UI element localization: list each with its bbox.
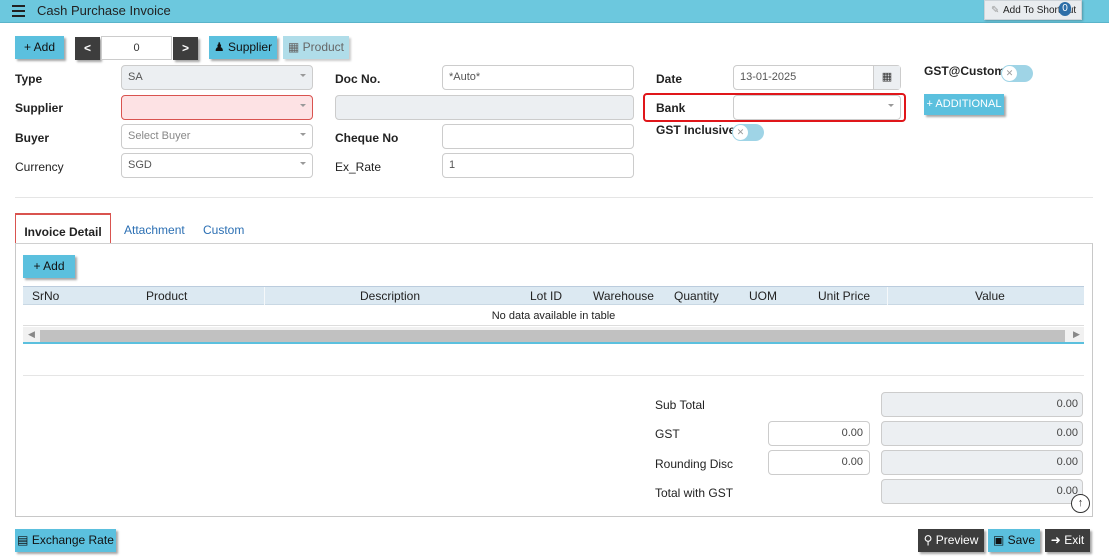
date-value: 13-01-2025 [740, 71, 797, 83]
supplier-select[interactable] [121, 95, 313, 120]
total-with-gst-label: Total with GST [655, 486, 734, 500]
add-to-shortcut-button[interactable]: ✎ Add To ShortCut 0 [984, 0, 1082, 20]
preview-button[interactable]: ⚲ Preview [918, 529, 984, 552]
currency-value: SGD [128, 159, 152, 171]
currency-select[interactable]: SGD [121, 153, 313, 178]
gst-inclusive-label: GST Inclusive [656, 123, 736, 137]
supplier-button[interactable]: ♟ Supplier [209, 36, 277, 59]
cheque-label: Cheque No [335, 131, 399, 145]
date-input[interactable]: 13-01-2025 ▦ [733, 65, 901, 90]
chevron-down-icon [300, 74, 306, 77]
chevron-down-icon [300, 104, 306, 107]
gift-icon: ▦ [287, 40, 300, 54]
type-label: Type [15, 72, 43, 86]
supplier-label: Supplier [15, 101, 64, 115]
exit-button[interactable]: ➜ Exit [1045, 529, 1090, 552]
docno-label: Doc No. [335, 72, 381, 86]
record-index-input[interactable]: 0 [101, 36, 172, 60]
detail-table-header: SrNo Product Description Lot ID Warehous… [23, 286, 1084, 305]
gst-label: GST [655, 427, 680, 441]
col-header-lot-id[interactable]: Lot ID [530, 289, 562, 303]
gst-inclusive-toggle[interactable]: ✕ [732, 124, 764, 141]
scroll-right-icon[interactable]: ▶ [1073, 329, 1080, 340]
buyer-label: Buyer [15, 131, 50, 145]
supplier-button-label: Supplier [228, 40, 273, 54]
type-select[interactable]: SA [121, 65, 313, 90]
type-value: SA [128, 71, 143, 83]
chevron-down-icon [300, 133, 306, 136]
save-button[interactable]: ▣ Save [988, 529, 1040, 552]
tab-custom[interactable]: Custom [203, 213, 244, 244]
buyer-select[interactable]: Select Buyer [121, 124, 313, 149]
gst-input[interactable]: 0.00 [768, 421, 870, 446]
scroll-to-top-icon[interactable]: ↑ [1071, 494, 1090, 513]
money-icon: ▤ [17, 533, 29, 547]
col-header-unit-price[interactable]: Unit Price [818, 289, 870, 303]
pin-icon: ✎ [991, 5, 1000, 16]
page-title: Cash Purchase Invoice [37, 3, 171, 18]
exrate-label: Ex_Rate [335, 160, 382, 174]
tab-attachment[interactable]: Attachment [124, 213, 185, 244]
cheque-input[interactable] [442, 124, 634, 149]
col-header-description[interactable]: Description [360, 289, 420, 303]
shortcut-count-badge: 0 [1059, 2, 1071, 16]
additional-button[interactable]: + ADDITIONAL [924, 94, 1004, 115]
column-divider [264, 287, 265, 305]
gst-custom-label: GST@Custom [924, 64, 1006, 78]
calendar-icon[interactable]: ▦ [873, 66, 900, 89]
col-header-value[interactable]: Value [975, 289, 1005, 303]
scroll-left-icon[interactable]: ◀ [28, 329, 35, 340]
tab-invoice-detail[interactable]: Invoice Detail [15, 213, 111, 244]
app-header: Cash Purchase Invoice ✎ Add To ShortCut … [0, 0, 1109, 23]
col-header-uom[interactable]: UOM [749, 289, 777, 303]
exchange-rate-label: Exchange Rate [31, 533, 114, 547]
rounding-disc-label: Rounding Disc [655, 457, 734, 471]
exchange-rate-button[interactable]: ▤ Exchange Rate [15, 529, 116, 552]
floppy-disk-icon: ▣ [992, 533, 1005, 547]
section-divider [15, 197, 1093, 198]
scrollbar-thumb[interactable] [40, 330, 1065, 342]
toggle-off-icon: ✕ [733, 125, 748, 140]
empty-table-message: No data available in table [23, 306, 1084, 326]
col-header-srno[interactable]: SrNo [32, 289, 59, 303]
hamburger-menu-icon[interactable] [12, 5, 25, 17]
toggle-off-icon: ✕ [1002, 66, 1017, 81]
gst-custom-toggle[interactable]: ✕ [1001, 65, 1033, 82]
rounding-disc-input[interactable]: 0.00 [768, 450, 870, 475]
docno-input[interactable]: *Auto* [442, 65, 634, 90]
currency-label: Currency [15, 160, 64, 174]
column-divider [887, 287, 888, 305]
nav-prev-button[interactable]: < [75, 37, 100, 60]
table-horizontal-scrollbar[interactable]: ◀ ▶ [23, 327, 1084, 344]
supplier-name-field [335, 95, 634, 120]
buyer-placeholder: Select Buyer [128, 130, 191, 142]
exrate-input[interactable]: 1 [442, 153, 634, 178]
total-with-gst-value: 0.00 [881, 479, 1083, 504]
bank-highlight-box [643, 93, 906, 122]
col-header-warehouse[interactable]: Warehouse [593, 289, 654, 303]
sub-total-value: 0.00 [881, 392, 1083, 417]
nav-next-button[interactable]: > [173, 37, 198, 60]
search-icon: ⚲ [923, 533, 933, 547]
invoice-detail-panel [15, 243, 1093, 517]
chevron-down-icon [300, 162, 306, 165]
product-button-label: Product [302, 40, 345, 54]
product-button[interactable]: ▦ Product [283, 36, 349, 59]
add-line-button[interactable]: + Add [23, 255, 75, 278]
sign-out-icon: ➜ [1050, 533, 1061, 547]
date-label: Date [656, 72, 683, 86]
add-button[interactable]: + Add [15, 36, 64, 59]
col-header-quantity[interactable]: Quantity [674, 289, 719, 303]
save-label: Save [1007, 533, 1036, 547]
preview-label: Preview [935, 533, 979, 547]
exit-label: Exit [1064, 533, 1085, 547]
user-icon: ♟ [213, 40, 225, 54]
totals-divider [23, 375, 1084, 376]
gst-total-value: 0.00 [881, 421, 1083, 446]
rounding-disc-total-value: 0.00 [881, 450, 1083, 475]
col-header-product[interactable]: Product [146, 289, 187, 303]
sub-total-label: Sub Total [655, 398, 705, 412]
